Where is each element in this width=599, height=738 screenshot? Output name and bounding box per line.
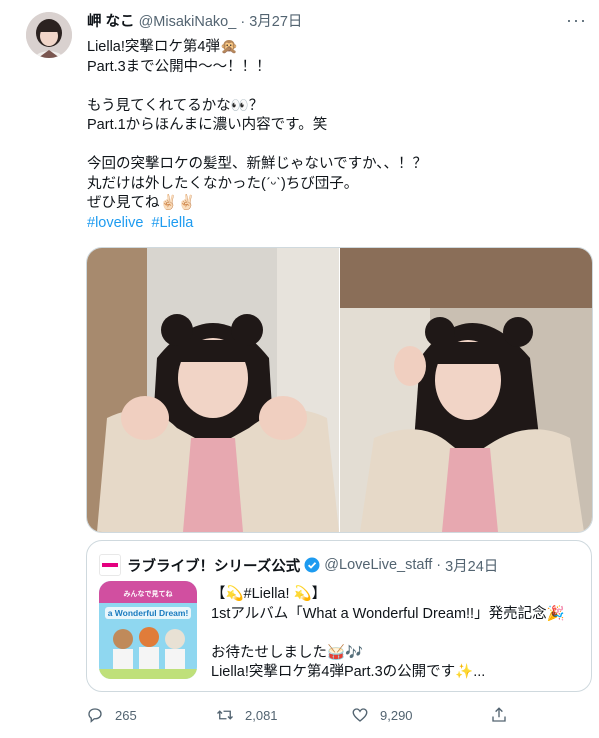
thumbnail-title: a Wonderful Dream! (108, 608, 189, 618)
quoted-tweet-text: 【💫#Liella! 💫】 1stアルバム「What a Wonderful D… (211, 585, 581, 683)
more-options-icon[interactable]: ··· (566, 10, 587, 31)
tweet-photo-2[interactable] (340, 248, 592, 532)
share-icon (492, 707, 506, 722)
separator-dot: · (436, 557, 442, 573)
hashtag-link[interactable]: #lovelive (87, 215, 143, 231)
reply-count: 265 (115, 707, 137, 723)
display-name[interactable]: 岬 なこ (87, 14, 135, 30)
quoted-user-handle: @LoveLive_staff (324, 557, 433, 573)
tweet-line: ぜひ見てね✌🏻✌🏻 (87, 195, 196, 211)
quoted-line: お待たせしました🥁🎶 (211, 644, 364, 661)
tweet-line: Part.1からほんまに濃い内容です。笑 (87, 117, 328, 133)
tweet-line: Part.3まで公開中〜〜！！！ (87, 58, 271, 75)
tweet-line: 丸だけは外したくなかった(ˊᵕˋ)ちび団子。 (87, 175, 359, 192)
quoted-tweet-date: 3月24日 (445, 558, 499, 575)
retweet-button[interactable]: 2,081 (216, 706, 278, 724)
like-count: 9,290 (380, 707, 413, 723)
tweet-photo-1[interactable] (87, 248, 339, 532)
retweet-icon (217, 710, 233, 720)
thumbnail-subtitle: みんなで見てね (124, 589, 174, 598)
photo-grid (86, 247, 593, 533)
user-handle[interactable]: @MisakiNako_ (139, 14, 237, 30)
tweet-line: Liella!突撃ロケ第4弾🙊 (87, 39, 239, 55)
verified-badge-icon (304, 557, 320, 573)
quoted-display-name: ラブライブ！シリーズ公式 (127, 558, 301, 575)
quoted-line: 【💫#Liella! 💫】 (211, 586, 327, 602)
quoted-tweet[interactable]: ラブライブ！シリーズ公式 @LoveLive_staff · 3月24日 a W… (86, 540, 592, 692)
reply-button[interactable]: 265 (86, 706, 137, 724)
tweet-text: Liella!突撃ロケ第4弾🙊 Part.3まで公開中〜〜！！！ もう見てくれて… (87, 38, 587, 233)
reply-icon (88, 708, 102, 723)
heart-icon (352, 708, 368, 722)
lovelive-logo-avatar (99, 554, 121, 576)
share-button[interactable] (490, 706, 519, 724)
quoted-line: 1stアルバム「What a Wonderful Dream!!」発売記念🎉 (211, 605, 565, 622)
quoted-tweet-thumbnail: a Wonderful Dream! みんなで見てね (99, 581, 197, 679)
separator-dot: · (240, 14, 246, 30)
retweet-count: 2,081 (245, 707, 278, 723)
tweet-header: 岬 なこ @MisakiNako_ · 3月27日 (87, 13, 302, 31)
hashtags: #lovelive #Liella (87, 214, 587, 234)
tweet-line: もう見てくれてるかな👀？ (87, 97, 264, 114)
quoted-tweet-header: ラブライブ！シリーズ公式 @LoveLive_staff · 3月24日 (99, 554, 498, 576)
hashtag-link[interactable]: #Liella (151, 215, 193, 231)
avatar[interactable] (26, 12, 72, 58)
quoted-line: Liella!突撃ロケ第4弾Part.3の公開です✨... (211, 664, 486, 680)
tweet-actions: 265 2,081 9,290 (86, 706, 516, 728)
tweet-date[interactable]: 3月27日 (249, 14, 302, 30)
like-button[interactable]: 9,290 (351, 706, 413, 724)
tweet-line: 今回の突撃ロケの髪型、新鮮じゃないですか、、！？ (87, 156, 428, 172)
